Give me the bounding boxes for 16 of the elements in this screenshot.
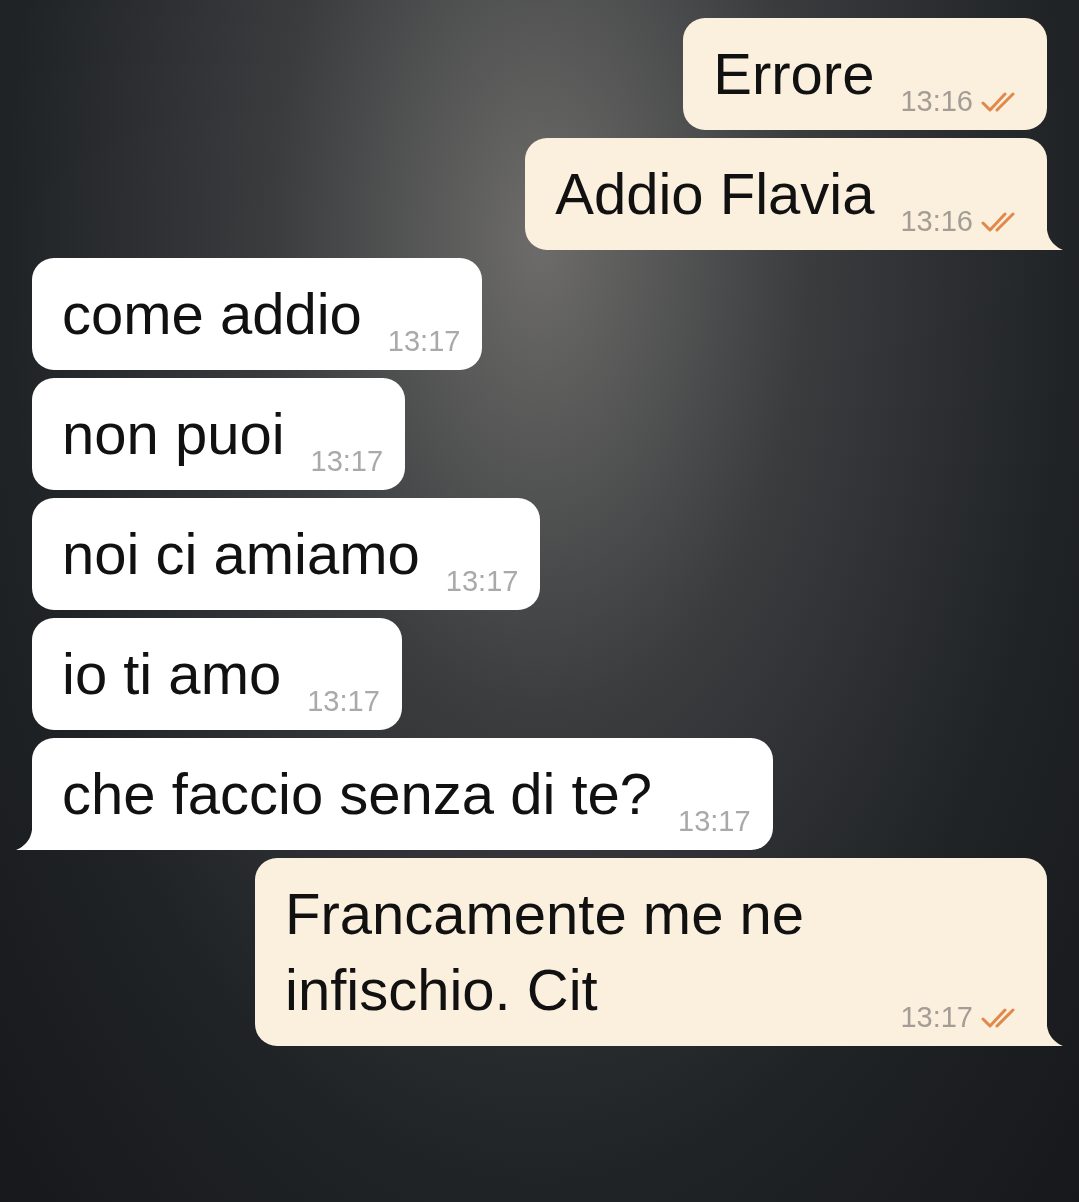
message-time: 13:16	[900, 205, 973, 238]
message-text: io ti amo	[62, 640, 282, 708]
message-time: 13:16	[900, 85, 973, 118]
message-text: non puoi	[62, 400, 285, 468]
message-time: 13:17	[310, 445, 384, 478]
message-text: noi ci amiamo	[62, 520, 420, 588]
message-time: 13:17	[678, 805, 751, 838]
message-time: 13:17	[900, 1001, 973, 1034]
message-time: 13:17	[445, 565, 519, 598]
message-text: che faccio senza di te?	[62, 760, 653, 828]
message-text: Errore	[713, 40, 875, 108]
message-time: 13:17	[387, 325, 461, 358]
message-text: come addio	[62, 280, 362, 348]
message-text: Addio Flavia	[555, 160, 875, 228]
message-time: 13:17	[307, 685, 380, 718]
message-text: Francamente me ne infischio. Cit	[285, 880, 806, 1024]
